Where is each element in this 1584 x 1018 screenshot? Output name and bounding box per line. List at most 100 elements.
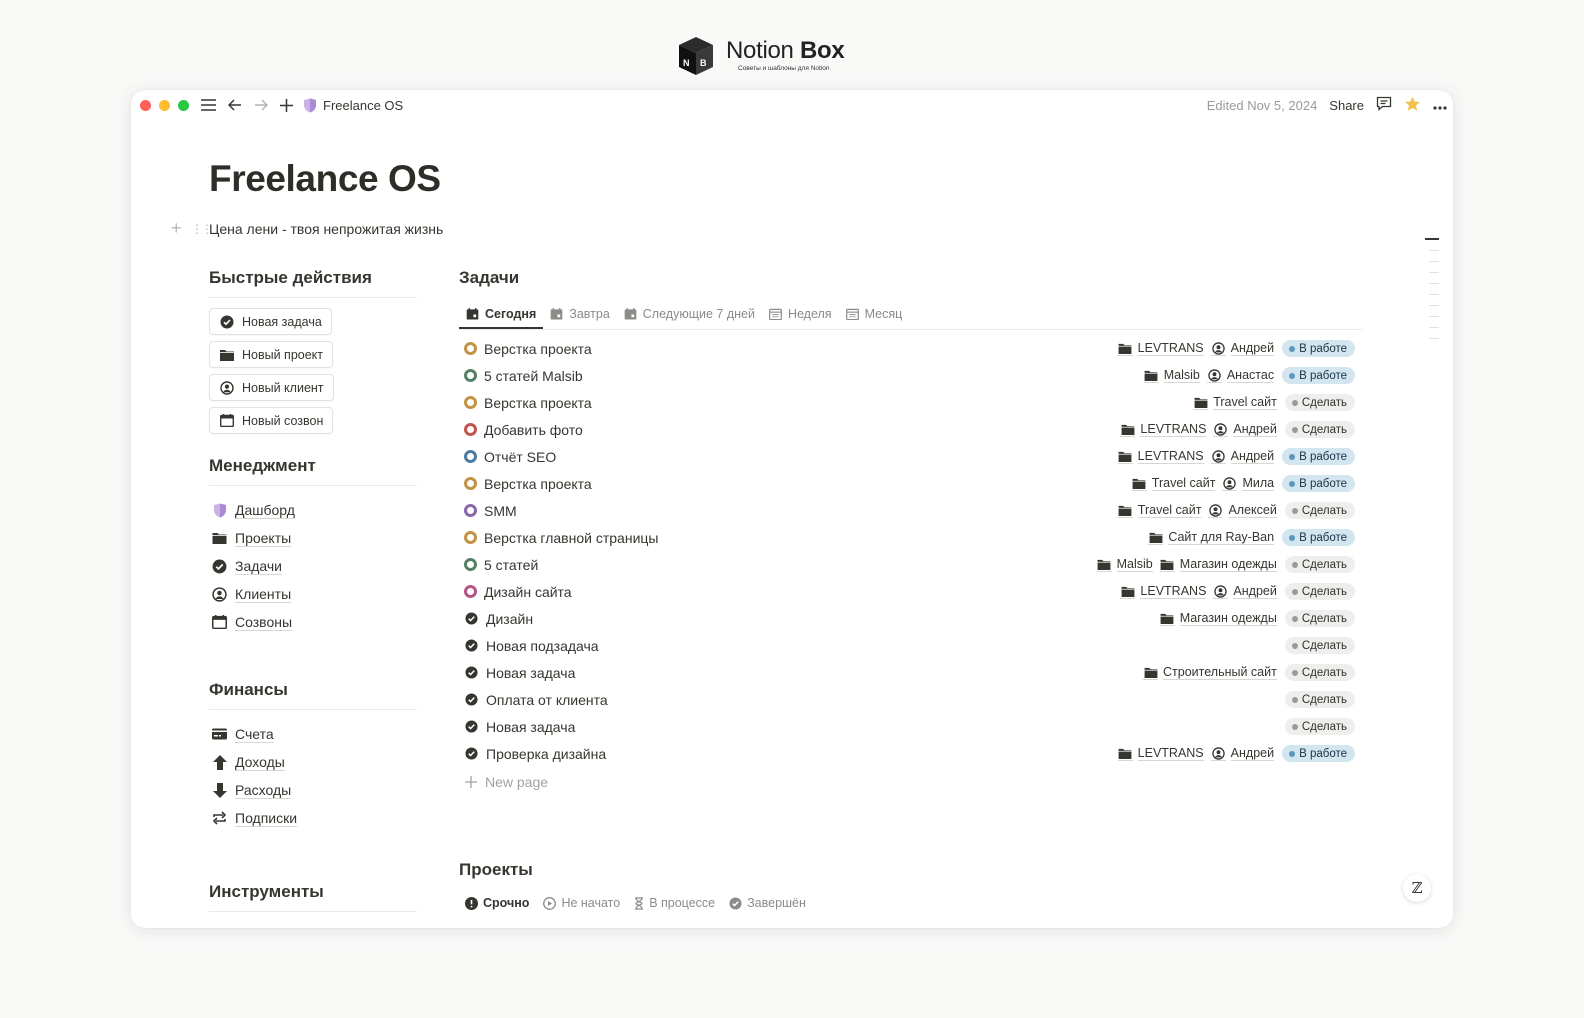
tab-month[interactable]: Месяц xyxy=(839,307,910,329)
forward-arrow-icon[interactable] xyxy=(254,99,268,111)
favorite-star-icon[interactable] xyxy=(1404,96,1421,115)
back-arrow-icon[interactable] xyxy=(228,99,242,111)
tab-completed[interactable]: Завершён xyxy=(729,896,806,910)
task-title[interactable]: Дизайн сайта xyxy=(484,584,1120,600)
table-row[interactable]: Верстка проекта LEVTRANS Андрей В работе xyxy=(459,335,1363,362)
task-title[interactable]: Новая задача xyxy=(486,719,1284,735)
table-row[interactable]: Оплата от клиента Сделать xyxy=(459,686,1363,713)
project-link[interactable]: LEVTRANS xyxy=(1117,341,1204,356)
nav-subscriptions[interactable]: Подписки xyxy=(209,804,417,832)
status-badge[interactable]: Сделать xyxy=(1284,691,1355,708)
status-badge[interactable]: В работе xyxy=(1282,340,1355,357)
new-call-button[interactable]: Новый созвон xyxy=(209,407,334,434)
tab-urgent[interactable]: Срочно xyxy=(465,896,529,910)
client-link[interactable]: Алексей xyxy=(1208,503,1277,518)
status-badge[interactable]: В работе xyxy=(1282,745,1355,762)
new-client-button[interactable]: Новый клиент xyxy=(209,374,334,401)
table-row[interactable]: Новая подзадача Сделать xyxy=(459,632,1363,659)
client-link[interactable]: Андрей xyxy=(1210,449,1275,464)
status-badge[interactable]: В работе xyxy=(1282,529,1355,546)
status-badge[interactable]: В работе xyxy=(1282,475,1355,492)
task-title[interactable]: Верстка главной страницы xyxy=(484,530,1148,546)
more-options-icon[interactable] xyxy=(1433,98,1447,113)
project-link[interactable]: LEVTRANS xyxy=(1120,422,1207,437)
task-title[interactable]: 5 статей Malsib xyxy=(484,368,1144,384)
comments-icon[interactable] xyxy=(1376,96,1392,114)
nav-expenses[interactable]: Расходы xyxy=(209,776,417,804)
project-link[interactable]: Сайт для Ray-Ban xyxy=(1148,530,1275,545)
status-badge[interactable]: Сделать xyxy=(1284,556,1355,573)
task-title[interactable]: 5 статей xyxy=(484,557,1097,573)
table-row[interactable]: SMM Travel сайт Алексей Сделать xyxy=(459,497,1363,524)
table-row[interactable]: 5 статей Malsib Malsib Анастас В работе xyxy=(459,362,1363,389)
client-link[interactable]: Мила xyxy=(1222,476,1275,491)
status-badge[interactable]: Сделать xyxy=(1284,718,1355,735)
project-link[interactable]: Travel сайт xyxy=(1131,476,1216,491)
table-row[interactable]: Новая задача Строительный сайт Сделать xyxy=(459,659,1363,686)
table-row[interactable]: Новая задача Сделать xyxy=(459,713,1363,740)
tab-tomorrow[interactable]: Завтра xyxy=(543,307,617,329)
project-link[interactable]: LEVTRANS xyxy=(1120,584,1207,599)
new-project-button[interactable]: Новый проект xyxy=(209,341,334,368)
table-row[interactable]: Дизайн сайта LEVTRANS Андрей Сделать xyxy=(459,578,1363,605)
project-link[interactable]: Travel сайт xyxy=(1193,395,1277,410)
task-title[interactable]: Верстка проекта xyxy=(484,476,1132,492)
table-row[interactable]: Добавить фото LEVTRANS Андрей Сделать xyxy=(459,416,1363,443)
page-outline[interactable] xyxy=(1425,238,1439,339)
project-link[interactable]: Магазин одежды xyxy=(1159,557,1277,572)
status-badge[interactable]: Сделать xyxy=(1284,664,1355,681)
minimize-window-button[interactable] xyxy=(159,99,170,111)
project-link[interactable]: LEVTRANS xyxy=(1117,746,1204,761)
client-link[interactable]: Андрей xyxy=(1213,584,1277,599)
breadcrumb[interactable]: Freelance OS xyxy=(303,98,403,113)
nav-income[interactable]: Доходы xyxy=(209,748,417,776)
status-badge[interactable]: Сделать xyxy=(1284,394,1355,411)
task-title[interactable]: Верстка проекта xyxy=(484,395,1193,411)
tab-next-7-days[interactable]: Следующие 7 дней xyxy=(617,307,762,329)
client-link[interactable]: Андрей xyxy=(1213,422,1277,437)
sidebar-menu-icon[interactable] xyxy=(201,99,216,111)
table-row[interactable]: Отчёт SEO LEVTRANS Андрей В работе xyxy=(459,443,1363,470)
status-badge[interactable]: Сделать xyxy=(1284,583,1355,600)
new-page-button[interactable]: New page xyxy=(459,767,1363,797)
task-title[interactable]: SMM xyxy=(484,503,1118,519)
task-title[interactable]: Оплата от клиента xyxy=(486,692,1284,708)
project-link[interactable]: Malsib xyxy=(1096,557,1153,572)
nav-clients[interactable]: Клиенты xyxy=(209,580,417,608)
nav-tasks[interactable]: Задачи xyxy=(209,552,417,580)
new-tab-plus-icon[interactable] xyxy=(280,98,293,112)
project-link[interactable]: Travel сайт xyxy=(1117,503,1202,518)
project-link[interactable]: Malsib xyxy=(1143,368,1200,383)
close-window-button[interactable] xyxy=(140,99,151,111)
drag-handle-icon[interactable]: ⋮⋮ xyxy=(191,222,213,236)
project-link[interactable]: Строительный сайт xyxy=(1143,665,1277,680)
add-block-plus-icon[interactable]: + xyxy=(171,218,191,239)
status-badge[interactable]: Сделать xyxy=(1284,421,1355,438)
tab-not-started[interactable]: Не начато xyxy=(543,896,620,910)
task-title[interactable]: Добавить фото xyxy=(484,422,1120,438)
table-row[interactable]: Дизайн Магазин одежды Сделать xyxy=(459,605,1363,632)
status-badge[interactable]: В работе xyxy=(1282,367,1355,384)
tab-today[interactable]: Сегодня xyxy=(459,307,544,329)
help-button[interactable]: ℤ xyxy=(1403,874,1431,902)
task-title[interactable]: Отчёт SEO xyxy=(484,449,1118,465)
status-badge[interactable]: Сделать xyxy=(1284,502,1355,519)
tab-week[interactable]: Неделя xyxy=(762,307,839,329)
table-row[interactable]: Верстка главной страницы Сайт для Ray-Ban… xyxy=(459,524,1363,551)
task-title[interactable]: Дизайн xyxy=(486,611,1160,627)
share-button[interactable]: Share xyxy=(1329,98,1364,113)
status-badge[interactable]: В работе xyxy=(1282,448,1355,465)
client-link[interactable]: Андрей xyxy=(1210,746,1275,761)
maximize-window-button[interactable] xyxy=(178,99,189,111)
nav-dashboard[interactable]: Дашборд xyxy=(209,496,417,524)
task-title[interactable]: Верстка проекта xyxy=(484,341,1118,357)
task-title[interactable]: Проверка дизайна xyxy=(486,746,1118,762)
project-link[interactable]: Магазин одежды xyxy=(1159,611,1277,626)
client-link[interactable]: Андрей xyxy=(1210,341,1275,356)
project-link[interactable]: LEVTRANS xyxy=(1117,449,1204,464)
nav-invoices[interactable]: Счета xyxy=(209,720,417,748)
task-title[interactable]: Новая задача xyxy=(486,665,1143,681)
client-link[interactable]: Анастас xyxy=(1206,368,1275,383)
table-row[interactable]: Проверка дизайна LEVTRANS Андрей В работе xyxy=(459,740,1363,767)
status-badge[interactable]: Сделать xyxy=(1284,610,1355,627)
